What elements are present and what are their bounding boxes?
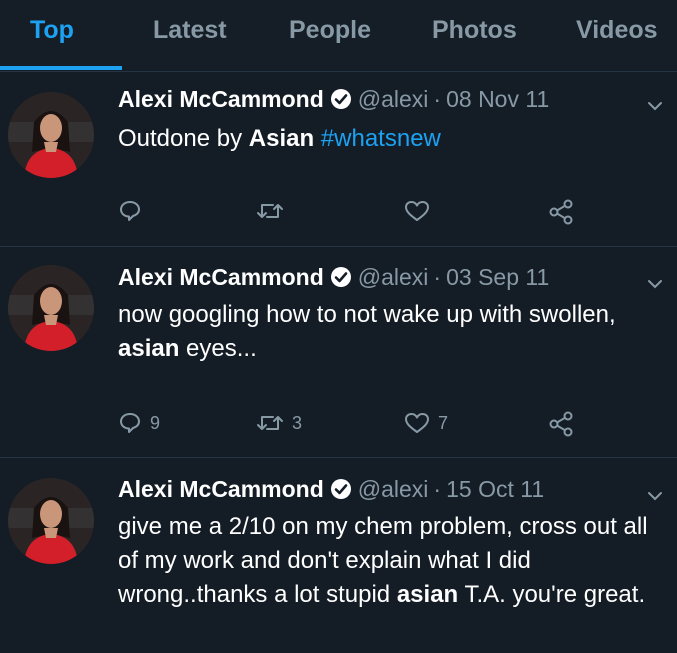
tweet-header: Alexi McCammond @alexi · 08 Nov 11 bbox=[118, 86, 549, 113]
separator-dot: · bbox=[433, 86, 442, 112]
chevron-down-icon[interactable] bbox=[645, 96, 665, 116]
retweet-icon bbox=[257, 416, 283, 430]
tweet-header: Alexi McCammond @alexi · 03 Sep 11 bbox=[118, 264, 549, 291]
share-icon bbox=[549, 411, 573, 437]
text-segment bbox=[314, 125, 321, 152]
tab-videos[interactable]: Videos bbox=[576, 16, 658, 45]
reply-icon bbox=[120, 413, 140, 433]
like-button[interactable] bbox=[404, 199, 438, 223]
reply-icon bbox=[120, 201, 140, 221]
like-icon bbox=[405, 413, 429, 433]
retweet-icon bbox=[257, 204, 283, 218]
avatar[interactable] bbox=[8, 265, 94, 351]
handle[interactable]: @alexi bbox=[358, 264, 429, 290]
tab-top[interactable]: Top bbox=[30, 16, 74, 45]
reply-button[interactable] bbox=[118, 199, 150, 223]
tweet-date[interactable]: 03 Sep 11 bbox=[446, 264, 549, 290]
text-segment: eyes... bbox=[179, 335, 257, 362]
tweet-actions: 9 3 7 bbox=[118, 411, 598, 437]
tweet-text: give me a 2/10 on my chem problem, cross… bbox=[118, 510, 666, 612]
text-segment: now googling how to not wake up with swo… bbox=[118, 301, 616, 328]
avatar[interactable] bbox=[8, 478, 94, 564]
tweet[interactable]: Alexi McCammond @alexi · 03 Sep 11 now goog… bbox=[0, 247, 677, 458]
retweet-count: 3 bbox=[292, 412, 303, 433]
like-icon bbox=[405, 201, 429, 221]
like-count: 7 bbox=[438, 412, 449, 433]
highlighted-term: Asian bbox=[248, 125, 315, 152]
share-button[interactable] bbox=[548, 411, 574, 437]
active-tab-indicator bbox=[0, 66, 122, 70]
highlighted-term: asian bbox=[118, 335, 180, 362]
tab-latest[interactable]: Latest bbox=[153, 16, 227, 45]
display-name[interactable]: Alexi McCammond bbox=[118, 264, 324, 290]
reply-count: 9 bbox=[150, 412, 161, 433]
tweet-header: Alexi McCammond @alexi · 15 Oct 11 bbox=[118, 476, 544, 503]
display-name[interactable]: Alexi McCammond bbox=[118, 86, 324, 112]
search-tabs: Top Latest People Photos Videos bbox=[0, 0, 677, 72]
separator-dot: · bbox=[433, 264, 442, 290]
tab-photos[interactable]: Photos bbox=[432, 16, 517, 45]
display-name[interactable]: Alexi McCammond bbox=[118, 476, 324, 502]
verified-icon bbox=[330, 267, 351, 287]
highlighted-term: asian bbox=[396, 581, 459, 608]
handle[interactable]: @alexi bbox=[358, 476, 429, 502]
share-button[interactable] bbox=[548, 199, 574, 225]
verified-icon bbox=[330, 89, 351, 109]
tweet-text: Outdone by Asian #whatsnew bbox=[118, 122, 666, 156]
text-segment: T.A. you're great. bbox=[458, 581, 646, 608]
tweet[interactable]: Alexi McCammond @alexi · 08 Nov 11 Outdone … bbox=[0, 72, 677, 247]
tweet-date[interactable]: 08 Nov 11 bbox=[446, 86, 549, 112]
handle[interactable]: @alexi bbox=[358, 86, 429, 112]
tweet[interactable]: Alexi McCammond @alexi · 15 Oct 11 give me … bbox=[0, 458, 677, 653]
reply-button[interactable]: 9 bbox=[118, 411, 160, 435]
chevron-down-icon[interactable] bbox=[645, 274, 665, 294]
avatar[interactable] bbox=[8, 92, 94, 178]
separator-dot: · bbox=[433, 476, 442, 502]
tweet-actions bbox=[118, 199, 598, 225]
text-segment: Outdone by bbox=[118, 125, 249, 152]
verified-icon bbox=[330, 479, 351, 499]
like-button[interactable]: 7 bbox=[404, 411, 448, 435]
retweet-button[interactable] bbox=[256, 199, 292, 223]
tweet-text: now googling how to not wake up with swo… bbox=[118, 298, 666, 366]
hashtag-link[interactable]: #whatsnew bbox=[321, 125, 441, 152]
tab-people[interactable]: People bbox=[289, 16, 371, 45]
share-icon bbox=[549, 199, 573, 225]
tweet-date[interactable]: 15 Oct 11 bbox=[446, 476, 544, 502]
chevron-down-icon[interactable] bbox=[645, 486, 665, 506]
retweet-button[interactable]: 3 bbox=[256, 411, 302, 435]
